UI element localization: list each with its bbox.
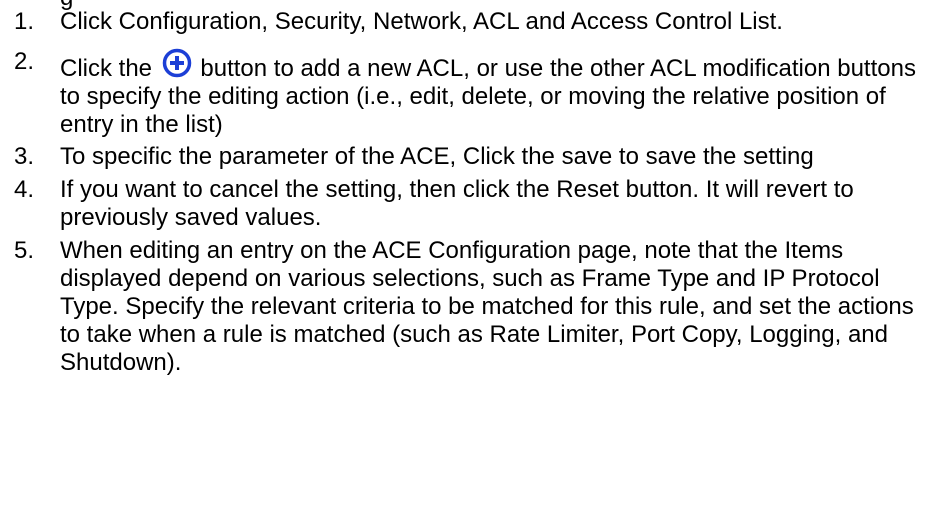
step-number: 4. (14, 176, 35, 203)
list-item: 3. To specific the parameter of the ACE,… (0, 143, 935, 171)
step-number: 3. (14, 143, 35, 170)
step-number: 5. (14, 237, 35, 264)
document-page: g 1. Click Configuration, Security, Netw… (0, 0, 935, 531)
list-item: 2. Click the button to add a new ACL, or… (0, 48, 935, 139)
step-text-before-icon: Click the (60, 55, 153, 82)
list-item: 4. If you want to cancel the setting, th… (0, 176, 935, 232)
step-text: Click Configuration, Security, Network, … (60, 8, 783, 35)
add-circle-icon (162, 48, 191, 78)
step-number: 1. (14, 8, 35, 35)
step-text: If you want to cancel the setting, then … (60, 176, 854, 231)
list-item: 1. Click Configuration, Security, Networ… (0, 8, 935, 36)
step-text: When editing an entry on the ACE Configu… (60, 237, 914, 376)
step-text: To specific the parameter of the ACE, Cl… (60, 143, 814, 170)
instruction-list: 1. Click Configuration, Security, Networ… (0, 8, 935, 377)
list-item: 5. When editing an entry on the ACE Conf… (0, 237, 935, 377)
step-number: 2. (14, 48, 35, 75)
